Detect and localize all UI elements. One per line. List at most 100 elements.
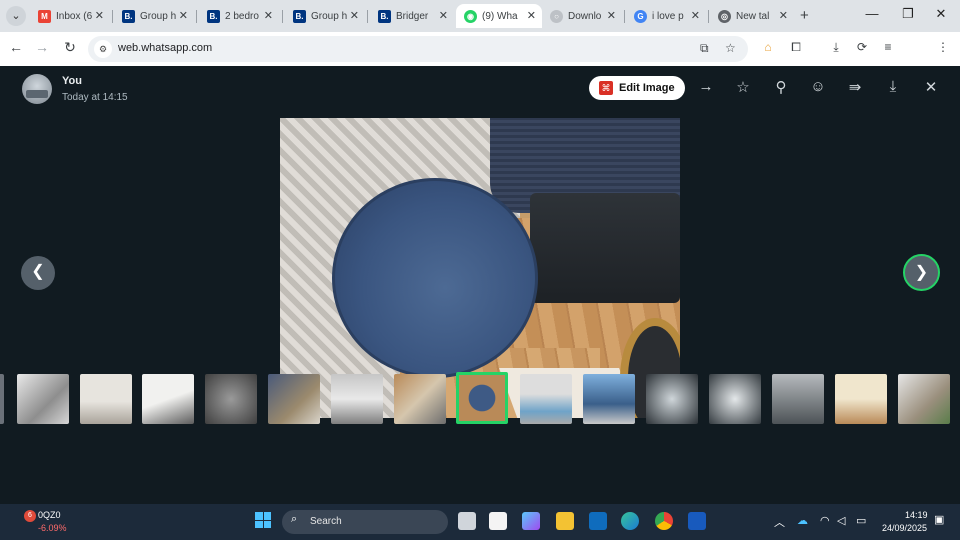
thumbnail[interactable]	[0, 374, 4, 424]
close-icon[interactable]: ✕	[691, 9, 700, 22]
stock-change[interactable]: -6.09%	[38, 523, 67, 533]
edit-image-button[interactable]: ⌘ Edit Image	[589, 76, 685, 100]
battery-icon[interactable]: ▭	[856, 514, 866, 527]
download-icon[interactable]: ⤓	[882, 78, 904, 95]
tab-bridger[interactable]: B. Bridger ✕	[370, 4, 454, 28]
notification-center-icon[interactable]: ▣	[934, 513, 944, 526]
bookmark-star-icon[interactable]: ☆	[725, 41, 736, 55]
close-icon[interactable]: ✕	[179, 9, 188, 22]
close-icon[interactable]: ✕	[350, 9, 359, 22]
media-control-icon[interactable]: ≡	[880, 40, 896, 54]
tab-label: 2 bedro	[225, 10, 259, 22]
taskbar-search-box[interactable]	[282, 510, 448, 534]
thumbnail[interactable]	[898, 374, 950, 424]
thumbnail[interactable]	[772, 374, 824, 424]
close-icon[interactable]: ✕	[95, 9, 104, 22]
tab-whatsapp[interactable]: ◉ (9) Wha ✕	[456, 4, 542, 28]
media-viewer: You Today at 14:15 ⌘ Edit Image → ☆ ⚲ ☺ …	[0, 66, 960, 504]
forward-icon[interactable]: ⇛	[844, 78, 866, 96]
windows-start-icon[interactable]	[255, 512, 271, 528]
window-close-icon[interactable]: ✕	[931, 6, 951, 22]
chrome-taskbar-icon[interactable]	[655, 512, 673, 530]
site-info-icon[interactable]: ⚙	[94, 40, 112, 58]
thumbnail-selected[interactable]	[456, 372, 508, 424]
thumbnail[interactable]	[268, 374, 320, 424]
tab-divider	[112, 10, 113, 23]
tab-google-search[interactable]: G i love p ✕	[626, 4, 706, 28]
chrome-icon: ◎	[718, 9, 731, 23]
pin-icon[interactable]: ⚲	[770, 78, 792, 96]
thumbnail[interactable]	[205, 374, 257, 424]
url-text[interactable]: web.whatsapp.com	[118, 42, 212, 54]
star-icon[interactable]: ☆	[732, 78, 754, 96]
thumbnail[interactable]	[709, 374, 761, 424]
install-app-icon[interactable]: ⧉	[700, 41, 709, 56]
minimize-icon[interactable]: —	[862, 6, 882, 21]
menu-icon[interactable]: ⋮	[935, 40, 951, 54]
go-to-message-icon[interactable]: →	[695, 78, 717, 95]
loading-icon: ○	[550, 9, 563, 23]
thumbnail[interactable]	[142, 374, 194, 424]
download-icon[interactable]: ⤓	[828, 40, 844, 55]
file-explorer-icon[interactable]	[556, 512, 574, 530]
thumbnail[interactable]	[646, 374, 698, 424]
back-icon[interactable]: ←	[6, 39, 26, 55]
tab-2-bedroom[interactable]: B. 2 bedro ✕	[199, 4, 279, 28]
thumbnail[interactable]	[394, 374, 446, 424]
previous-media-button[interactable]: ❮	[21, 256, 55, 290]
clock-time[interactable]: 14:19	[905, 510, 928, 520]
restore-icon[interactable]: ❐	[898, 6, 918, 22]
booking-icon: B.	[378, 9, 391, 23]
task-view-icon[interactable]	[458, 512, 476, 530]
close-viewer-icon[interactable]: ✕	[920, 78, 942, 96]
thumbnail[interactable]	[80, 374, 132, 424]
thumbnail[interactable]	[835, 374, 887, 424]
address-bar[interactable]: ⚙ web.whatsapp.com ⧉ ☆	[88, 36, 748, 62]
sender-name: You	[62, 75, 82, 87]
new-tab-icon[interactable]: +	[800, 7, 809, 24]
search-icon: ⌕	[291, 513, 298, 525]
extension-home-icon[interactable]: ⌂	[760, 40, 776, 54]
photo-pouf	[332, 178, 538, 378]
tab-group-2[interactable]: B. Group h ✕	[285, 4, 365, 28]
tab-download[interactable]: ○ Downlo ✕	[542, 4, 622, 28]
outlook-icon[interactable]	[589, 512, 607, 530]
react-emoji-icon[interactable]: ☺	[807, 78, 829, 95]
volume-icon[interactable]: ◁	[837, 514, 845, 527]
forward-icon[interactable]: →	[32, 39, 52, 55]
tab-divider	[196, 10, 197, 23]
edge-icon[interactable]	[621, 512, 639, 530]
stock-ticker[interactable]: 0QZ0	[38, 510, 61, 520]
next-media-button[interactable]: ❯	[903, 254, 940, 291]
tab-new-tab[interactable]: ◎ New tal ✕	[710, 4, 794, 28]
word-icon[interactable]	[688, 512, 706, 530]
photo-stool	[530, 193, 680, 303]
thumbnail[interactable]	[583, 374, 635, 424]
sync-icon[interactable]: ⟳	[854, 40, 870, 54]
thumbnail[interactable]	[520, 374, 572, 424]
tab-group-1[interactable]: B. Group h ✕	[114, 4, 194, 28]
extensions-icon[interactable]: ⧠	[788, 40, 804, 55]
close-icon[interactable]: ✕	[527, 9, 536, 22]
show-hidden-icons-icon[interactable]: ︿	[774, 514, 785, 530]
edit-image-label: Edit Image	[619, 82, 675, 94]
wifi-icon[interactable]: ◠	[820, 514, 830, 527]
microsoft-store-icon[interactable]	[489, 512, 507, 530]
thumbnail[interactable]	[331, 374, 383, 424]
close-icon[interactable]: ✕	[779, 9, 788, 22]
close-icon[interactable]: ✕	[439, 9, 448, 22]
close-icon[interactable]: ✕	[607, 9, 616, 22]
tab-divider	[367, 10, 368, 23]
tab-inbox[interactable]: M Inbox (6 ✕	[30, 4, 110, 28]
sender-avatar[interactable]	[22, 74, 52, 104]
copilot-icon[interactable]	[522, 512, 540, 530]
tab-label: Inbox (6	[56, 10, 93, 22]
reload-icon[interactable]: ↻	[60, 39, 80, 56]
close-icon[interactable]: ✕	[264, 9, 273, 22]
whatsapp-icon: ◉	[464, 9, 477, 23]
tab-search-icon[interactable]: ⌄	[6, 6, 26, 26]
tab-label: Downlo	[568, 10, 602, 22]
onedrive-icon[interactable]: ☁	[797, 514, 808, 527]
clock-date[interactable]: 24/09/2025	[882, 523, 927, 533]
thumbnail[interactable]	[17, 374, 69, 424]
